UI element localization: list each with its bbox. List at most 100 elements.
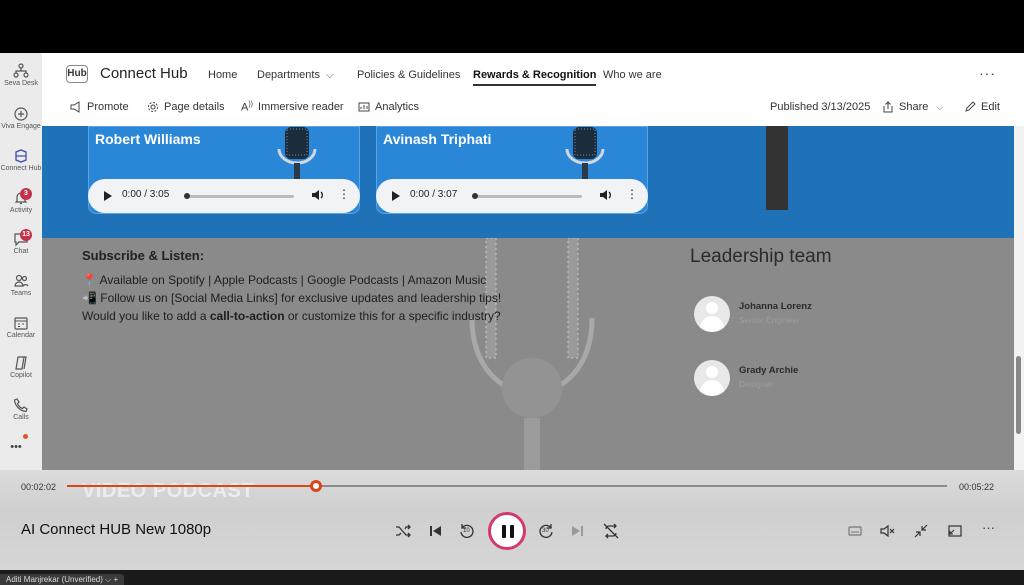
scroll-thumb[interactable]: [1016, 356, 1021, 434]
audio-player[interactable]: 0:00 / 3:07 ⋮: [376, 179, 648, 213]
audio-seek-knob[interactable]: [184, 193, 190, 199]
megaphone-icon: [70, 101, 80, 113]
page-content-dimmed: Subscribe & Listen: 📍 Available on Spoti…: [42, 238, 1024, 470]
rail-label: Activity: [9, 207, 33, 214]
person-name: Grady Archie: [739, 365, 799, 376]
rail-item-seva-desk[interactable]: Seva Desk: [0, 59, 42, 99]
total-time: 00:05:22: [958, 482, 994, 492]
rail-item-activity[interactable]: 3 Activity: [0, 186, 42, 226]
audio-seek-bar[interactable]: [472, 193, 582, 199]
promote-button[interactable]: Promote: [70, 101, 129, 113]
rail-label: Viva Engage: [1, 123, 41, 130]
rail-item-calendar[interactable]: Calendar: [0, 311, 42, 351]
phone-icon: [13, 398, 28, 413]
more-options-button[interactable]: ···: [979, 65, 996, 81]
microphone-icon: [277, 127, 317, 183]
reader-icon: A)): [241, 101, 254, 114]
audio-seek-knob[interactable]: [472, 193, 478, 199]
audio-seek-bar[interactable]: [184, 193, 294, 199]
add-icon[interactable]: +: [113, 575, 118, 584]
nav-policies[interactable]: Policies & Guidelines: [357, 69, 460, 81]
rail-item-calls[interactable]: Calls: [0, 393, 42, 433]
cta-prefix: Would you like to add a: [82, 309, 210, 323]
page-scrollbar[interactable]: [1014, 126, 1024, 470]
audio-more-icon[interactable]: ⋮: [626, 187, 638, 201]
calendar-icon: [14, 317, 28, 330]
seek-bar[interactable]: [67, 480, 947, 492]
platform-links[interactable]: Spotify | Apple Podcasts | Google Podcas…: [168, 273, 486, 287]
pip-icon[interactable]: [946, 522, 964, 540]
rail-item-connect-hub[interactable]: Connect Hub: [0, 144, 42, 184]
analytics-label: Analytics: [375, 101, 420, 113]
rail-item-teams[interactable]: Teams: [0, 269, 42, 309]
rail-item-viva-engage[interactable]: Viva Engage: [0, 102, 42, 142]
site-logo[interactable]: Hub: [66, 65, 88, 83]
share-label: Share: [899, 101, 929, 113]
subscribe-line-cta: Would you like to add a call-to-action o…: [82, 309, 501, 323]
microphone-stand: [766, 126, 788, 210]
nav-departments-label: Departments: [257, 69, 320, 81]
volume-icon[interactable]: [310, 187, 326, 203]
audio-time: 0:00 / 3:05: [122, 189, 170, 200]
user-name: Aditi Manjrekar (Unverified): [6, 575, 103, 584]
promote-label: Promote: [87, 101, 129, 113]
person-card[interactable]: Johanna Lorenz Senior Engineer: [694, 296, 812, 332]
mute-icon[interactable]: [879, 522, 897, 540]
site-header: Hub Connect Hub Home Departments ⌵ Polic…: [42, 53, 1024, 126]
pin-icon: 📍: [82, 273, 97, 287]
rail-label: Seva Desk: [4, 80, 38, 87]
forward-30-icon[interactable]: 30: [537, 522, 555, 540]
published-date: Published 3/13/2025: [770, 101, 871, 113]
rail-item-copilot[interactable]: Copilot: [0, 351, 42, 391]
immersive-reader-button[interactable]: A)) Immersive reader: [241, 101, 344, 114]
video-overlay-heading: VIDEO PODCAST: [82, 480, 255, 502]
captions-icon[interactable]: [846, 522, 864, 540]
page-details-button[interactable]: Page details: [147, 101, 225, 113]
next-icon[interactable]: [569, 522, 587, 540]
audio-more-icon[interactable]: ⋮: [338, 187, 350, 201]
video-title: AI Connect HUB New 1080p: [21, 521, 212, 538]
rail-label: Teams: [10, 290, 32, 297]
previous-icon[interactable]: [426, 522, 444, 540]
rail-more-button[interactable]: •••: [0, 441, 32, 453]
more-icon[interactable]: ···: [982, 520, 1000, 538]
rewind-10-icon[interactable]: 10: [458, 522, 476, 540]
site-title[interactable]: Connect Hub: [100, 65, 188, 82]
person-card[interactable]: Grady Archie Designer: [694, 360, 798, 396]
edit-button[interactable]: Edit: [964, 101, 1000, 113]
pause-button[interactable]: [488, 512, 526, 550]
nav-home[interactable]: Home: [208, 69, 237, 81]
speaker-name: Robert Williams: [95, 131, 201, 147]
chevron-down-icon: ⌵: [326, 70, 334, 81]
person-role: Designer: [739, 379, 774, 389]
nav-who-we-are[interactable]: Who we are: [603, 69, 662, 81]
volume-icon[interactable]: [598, 187, 614, 203]
person-role: Senior Engineer: [739, 315, 800, 325]
rail-item-chat[interactable]: 13 Chat: [0, 227, 42, 267]
immersive-reader-label: Immersive reader: [258, 101, 344, 114]
repeat-off-icon[interactable]: [602, 522, 620, 540]
play-icon[interactable]: [392, 191, 400, 201]
analytics-button[interactable]: Analytics: [358, 101, 419, 113]
nav-rewards[interactable]: Rewards & Recognition: [473, 69, 597, 86]
speaker-name: Avinash Triphati: [383, 131, 492, 147]
nav-departments[interactable]: Departments ⌵: [257, 69, 334, 81]
copilot-icon: [15, 356, 27, 370]
user-label: Aditi Manjrekar (Unverified) ⌵ +: [0, 574, 125, 585]
video-player: VIDEO PODCAST 00:02:02 00:05:22 AI Conne…: [0, 470, 1024, 570]
chevron-down-icon: ⌵: [105, 575, 112, 584]
audio-player[interactable]: 0:00 / 3:05 ⋮: [88, 179, 360, 213]
shuffle-icon[interactable]: [394, 522, 412, 540]
current-time: 00:02:02: [21, 482, 57, 492]
phone-icon: 📲: [82, 291, 97, 305]
screen: Seva Desk Viva Engage Connect Hub 3 Acti…: [0, 0, 1024, 585]
social-follow-text: Follow us on [Social Media Links] for ex…: [100, 291, 502, 305]
share-icon: [883, 101, 893, 113]
audio-time: 0:00 / 3:07: [410, 189, 458, 200]
play-icon[interactable]: [104, 191, 112, 201]
rail-label: Connect Hub: [0, 165, 42, 172]
seek-knob[interactable]: [310, 480, 323, 492]
share-button[interactable]: Share ⌵: [882, 101, 943, 113]
minimize-icon[interactable]: [912, 522, 930, 540]
edit-label: Edit: [981, 101, 1000, 113]
